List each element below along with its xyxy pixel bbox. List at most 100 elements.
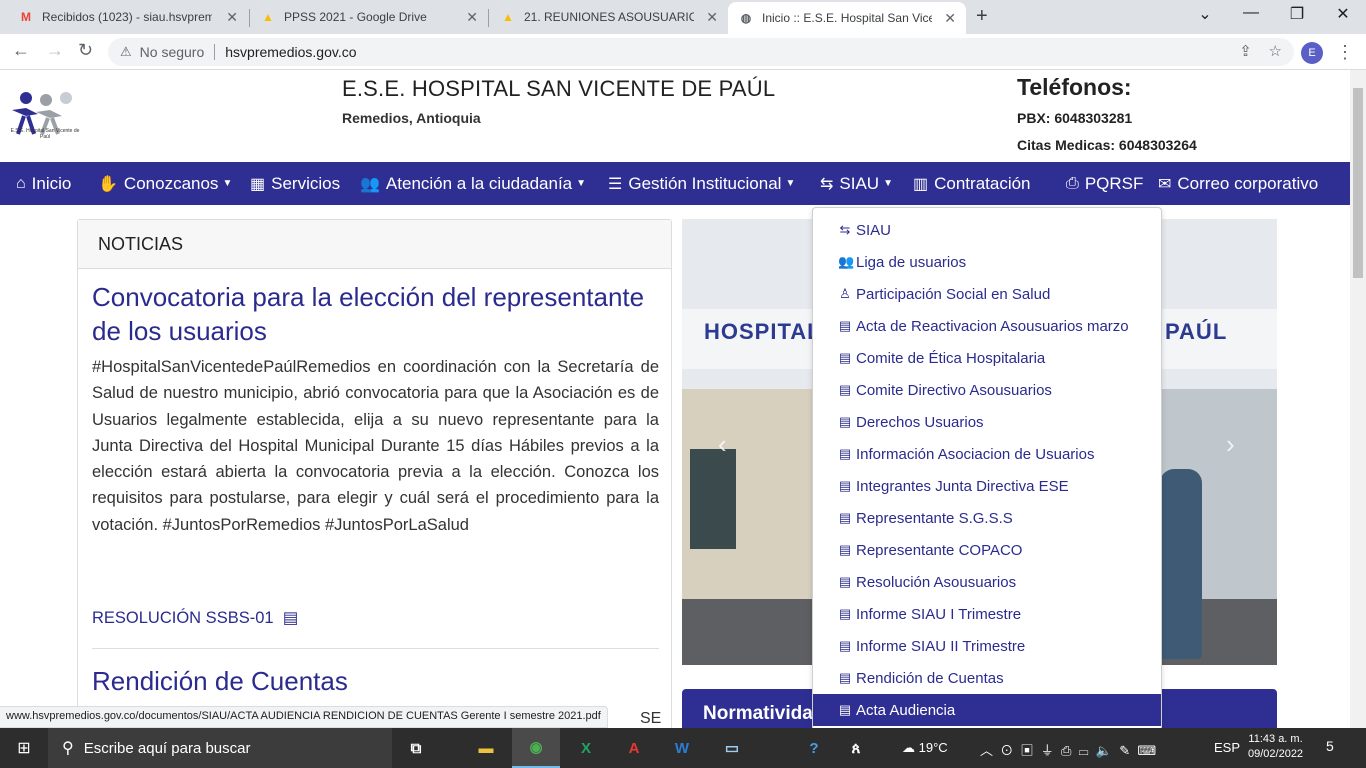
system-tray-icons[interactable]: ︿ ⊙ ▣ ⏚ ⎙ ▭ 🔈 ✎ ⌨ [980, 740, 1156, 759]
news-header: NOTICIAS [78, 220, 671, 269]
pdf-icon: ▤ [838, 318, 852, 333]
keyboard-icon[interactable]: ⌨ [1137, 743, 1156, 758]
close-window-icon[interactable]: ✕ [1320, 4, 1366, 24]
dropdown-item-resolucion[interactable]: ▤ Resolución Asousuarios [813, 566, 1161, 598]
dropdown-item-representante-copaco[interactable]: ▤ Representante COPACO [813, 534, 1161, 566]
news-title-2[interactable]: Rendición de Cuentas [92, 666, 348, 697]
nav-item-pqrsf[interactable]: ⎙ PQRSF [1066, 162, 1143, 205]
dropdown-item-integrantes[interactable]: ▤ Integrantes Junta Directiva ESE [813, 470, 1161, 502]
nav-item-contratacion[interactable]: ▥ Contratación [913, 162, 1031, 205]
close-icon[interactable]: ✕ [226, 9, 238, 26]
text-fragment: SE [640, 710, 662, 727]
scanner-icon[interactable]: ▭ [708, 728, 756, 768]
tab-search-icon[interactable]: ⌄ [1182, 4, 1228, 24]
dropdown-label: Liga de usuarios [856, 253, 967, 271]
task-view-icon[interactable]: ⧉ [392, 728, 440, 768]
people-icon[interactable]: ጰ [832, 728, 880, 768]
windows-start-icon[interactable]: ⊞ [0, 728, 48, 768]
scrollbar-thumb[interactable] [1353, 88, 1363, 278]
forward-icon[interactable]: → [46, 40, 64, 61]
share-icon[interactable]: ⇪ [1239, 43, 1252, 60]
dropdown-item-participacion[interactable]: ♙ Participación Social en Salud [813, 278, 1161, 310]
dropdown-item-informe-ii[interactable]: ▤ Informe SIAU II Trimestre [813, 630, 1161, 662]
close-icon[interactable]: ✕ [944, 10, 956, 27]
resolution-link[interactable]: RESOLUCIÓN SSBS-01 ▤ [92, 608, 298, 628]
pdf-icon: ▤ [838, 574, 852, 589]
browser-tab[interactable]: ▲ 21. REUNIONES ASOUSUARIOS Y ✕ [490, 0, 728, 34]
dropdown-item-informacion[interactable]: ▤ Información Asociacion de Usuarios [813, 438, 1161, 470]
language-indicator[interactable]: ESP [1214, 740, 1240, 755]
chrome-icon[interactable]: ◉ [512, 728, 560, 768]
address-bar[interactable]: ⚠ No seguro hsvpremedios.gov.co ⇪ ☆ [108, 38, 1294, 66]
dropdown-item-derechos[interactable]: ▤ Derechos Usuarios [813, 406, 1161, 438]
home-icon: ⌂ [16, 174, 26, 192]
pen-icon[interactable]: ✎ [1119, 743, 1130, 758]
restore-icon[interactable]: ❐ [1274, 4, 1320, 24]
system-clock[interactable]: 11:43 a. m. 09/02/2022 [1248, 732, 1303, 762]
word-icon[interactable]: W [658, 728, 706, 768]
nav-item-conozcanos[interactable]: ✋ Conozcanos ▼ [98, 162, 232, 205]
dropdown-item-comite-directivo[interactable]: ▤ Comite Directivo Asousuarios [813, 374, 1161, 406]
url-text[interactable]: hsvpremedios.gov.co [225, 44, 356, 60]
close-icon[interactable]: ✕ [706, 9, 718, 26]
profile-avatar[interactable]: E [1301, 42, 1323, 64]
kebab-menu-icon[interactable]: ⋮ [1336, 42, 1354, 63]
page-scrollbar[interactable] [1350, 70, 1366, 728]
windows-taskbar: ⊞ ⚲ Escribe aquí para buscar ⧉ ▬ ◉ X A W… [0, 728, 1366, 768]
search-placeholder: Escribe aquí para buscar [83, 739, 251, 757]
weather-widget[interactable]: ☁ 19°C [902, 740, 948, 756]
users-icon: 👥 [838, 254, 855, 269]
nav-item-siau[interactable]: ⇆ SIAU ▼ [820, 162, 893, 205]
help-icon[interactable]: ? [790, 728, 838, 768]
volume-icon[interactable]: 🔈 [1096, 743, 1112, 758]
notifications-icon[interactable]: 5 [1326, 738, 1334, 754]
pdf-icon: ▤ [278, 609, 299, 627]
globe-icon: ◍ [740, 11, 752, 25]
tray-app-icon[interactable]: ▣ [1021, 743, 1034, 758]
dropdown-label: Informe SIAU II Trimestre [856, 637, 1026, 655]
reload-icon[interactable]: ↻ [78, 40, 93, 61]
nav-item-correo[interactable]: ✉ Correo corporativo [1158, 162, 1318, 205]
nav-item-inicio[interactable]: ⌂ Inicio [16, 162, 71, 205]
browser-tab-active[interactable]: ◍ Inicio :: E.S.E. Hospital San Vicente … [728, 2, 966, 34]
nav-item-gestion[interactable]: ☰ Gestión Institucional ▼ [608, 162, 795, 205]
browser-tab[interactable]: M Recibidos (1023) - siau.hsvpremedios@g… [8, 0, 248, 34]
tab-title: PPSS 2021 - Google Drive [284, 10, 427, 24]
carousel-prev-icon[interactable]: ‹ [718, 429, 727, 460]
warning-icon[interactable]: ⚠ [120, 44, 132, 60]
network-icon[interactable]: ▭ [1079, 743, 1089, 758]
nav-item-servicios[interactable]: ▦ Servicios [250, 162, 340, 205]
dropdown-item-informe-i[interactable]: ▤ Informe SIAU I Trimestre [813, 598, 1161, 630]
taskbar-search[interactable]: ⚲ Escribe aquí para buscar [48, 728, 392, 768]
dropdown-item-comite-etica[interactable]: ▤ Comite de Ética Hospitalaria [813, 342, 1161, 374]
carousel-sign-text: HOSPITAL [704, 319, 822, 344]
meet-icon[interactable]: ⊙ [1000, 743, 1013, 758]
close-icon[interactable]: ✕ [466, 9, 478, 26]
dropdown-item-rendicion[interactable]: ▤ Rendición de Cuentas [813, 662, 1161, 694]
dropdown-item-representante-sgss[interactable]: ▤ Representante S.G.S.S [813, 502, 1161, 534]
file-explorer-icon[interactable]: ▬ [462, 728, 510, 768]
link-status-bar: www.hsvpremedios.gov.co/documentos/SIAU/… [0, 706, 608, 728]
bookmark-star-icon[interactable]: ☆ [1269, 43, 1282, 60]
dropdown-item-acta-audiencia[interactable]: ▤ Acta Audiencia [813, 694, 1161, 726]
excel-icon[interactable]: X [562, 728, 610, 768]
carousel-next-icon[interactable]: › [1226, 429, 1235, 460]
printer-icon[interactable]: ⎙ [1061, 743, 1071, 758]
back-icon[interactable]: ← [12, 40, 30, 61]
chevron-up-icon[interactable]: ︿ [980, 743, 993, 758]
acrobat-icon[interactable]: A [610, 728, 658, 768]
carousel-sign-text: PAÚL [1165, 319, 1228, 344]
news-title[interactable]: Convocatoria para la elección del repres… [92, 280, 652, 348]
phones-title: Teléfonos: [1017, 74, 1132, 100]
security-label[interactable]: No seguro [140, 44, 205, 60]
browser-tab[interactable]: ▲ PPSS 2021 - Google Drive ✕ [250, 0, 488, 34]
new-tab-icon[interactable]: + [976, 5, 988, 28]
dropdown-item-acta-reactivacion[interactable]: ▤ Acta de Reactivacion Asousuarios marzo [813, 310, 1161, 342]
dropdown-item-siau[interactable]: ⇆ SIAU [813, 214, 1161, 246]
nav-label: Contratación [934, 173, 1031, 193]
dropdown-label: Resolución Asousuarios [856, 573, 1017, 591]
nav-item-atencion[interactable]: 👥 Atención a la ciudadanía ▼ [360, 162, 586, 205]
usb-icon[interactable]: ⏚ [1041, 743, 1054, 758]
dropdown-item-liga[interactable]: 👥 Liga de usuarios [813, 246, 1161, 278]
minimize-icon[interactable]: — [1228, 4, 1274, 22]
